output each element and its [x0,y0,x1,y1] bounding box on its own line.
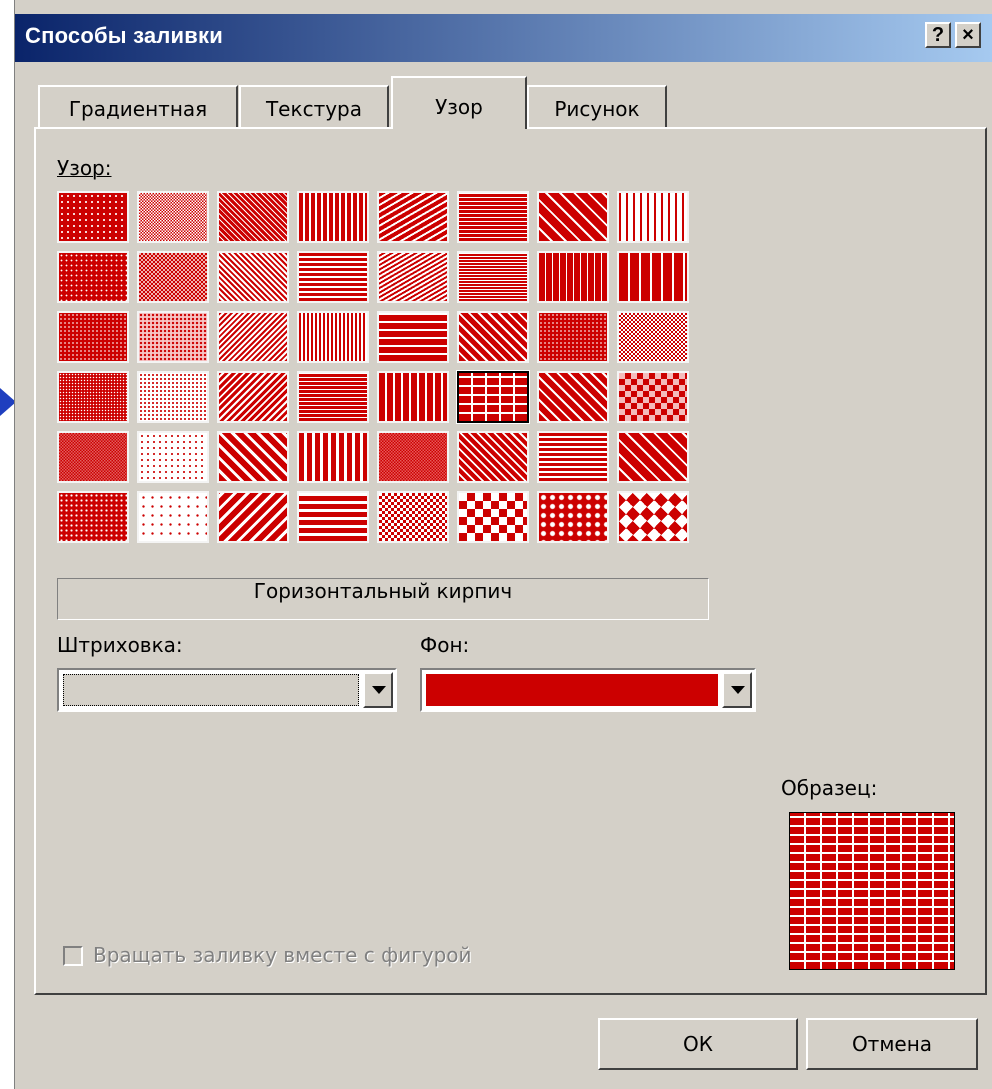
rotate-with-shape-label: Вращать заливку вместе с фигурой [93,943,472,967]
pattern-swatch[interactable] [57,311,129,363]
tab-gradient[interactable]: Градиентная [38,85,238,129]
pattern-swatch[interactable] [457,311,529,363]
pattern-swatch[interactable] [297,311,369,363]
pattern-swatch[interactable] [297,251,369,303]
pattern-swatch[interactable] [617,311,689,363]
pattern-swatch[interactable] [457,431,529,483]
pattern-swatch[interactable] [456,370,530,424]
pattern-swatch[interactable] [137,371,209,423]
close-button[interactable]: × [955,22,981,48]
pattern-swatch[interactable] [377,371,449,423]
pattern-swatch[interactable] [617,491,689,543]
ok-button[interactable]: ОК [598,1018,798,1070]
pattern-swatch[interactable] [57,491,129,543]
pattern-swatch[interactable] [377,251,449,303]
pattern-swatch[interactable] [217,191,289,243]
tab-pattern-label: Узор [435,95,483,119]
pattern-swatch[interactable] [217,371,289,423]
pattern-label: Узор: [57,156,112,180]
pattern-swatch[interactable] [617,431,689,483]
hatch-color-swatch [63,674,359,706]
preview-label: Образец: [781,776,878,800]
pattern-swatch[interactable] [457,191,529,243]
pattern-swatch[interactable] [297,191,369,243]
pattern-swatch[interactable] [137,431,209,483]
chevron-down-icon[interactable] [722,672,752,708]
rotate-with-shape-checkbox[interactable] [63,946,83,966]
pattern-swatch[interactable] [217,251,289,303]
pattern-swatch[interactable] [297,491,369,543]
background-label: Фон: [420,633,470,657]
pattern-swatch[interactable] [217,491,289,543]
pattern-swatch[interactable] [537,371,609,423]
tab-picture[interactable]: Рисунок [527,85,667,129]
pattern-swatch[interactable] [377,311,449,363]
pattern-swatch[interactable] [537,251,609,303]
pattern-swatch[interactable] [377,431,449,483]
tab-picture-label: Рисунок [554,97,640,121]
pattern-swatch[interactable] [137,491,209,543]
tab-texture[interactable]: Текстура [239,85,389,129]
pattern-swatch[interactable] [137,251,209,303]
pattern-swatch[interactable] [57,371,129,423]
pattern-swatch[interactable] [297,431,369,483]
pattern-swatch[interactable] [217,311,289,363]
pattern-swatch[interactable] [537,431,609,483]
hatch-label: Штриховка: [57,633,183,657]
pattern-preview [789,812,955,970]
pattern-swatch[interactable] [537,491,609,543]
pattern-swatch[interactable] [137,191,209,243]
pattern-swatch[interactable] [537,191,609,243]
pattern-swatch[interactable] [377,191,449,243]
pattern-swatch[interactable] [617,371,689,423]
tab-gradient-label: Градиентная [68,97,208,121]
title-bar: Способы заливки ? × [15,14,992,62]
help-button[interactable]: ? [925,22,951,48]
pattern-swatch[interactable] [617,191,689,243]
chevron-down-icon[interactable] [363,672,393,708]
background-color-dropdown[interactable] [420,668,756,712]
pattern-swatch[interactable] [377,491,449,543]
pattern-swatch[interactable] [297,371,369,423]
pattern-name-display: Горизонтальный кирпич [57,578,709,620]
window-title: Способы заливки [25,23,223,48]
background-color-swatch [426,674,718,706]
pattern-swatch[interactable] [457,251,529,303]
pattern-swatch[interactable] [617,251,689,303]
tab-texture-label: Текстура [265,97,363,121]
pattern-swatch[interactable] [537,311,609,363]
hatch-color-dropdown[interactable] [57,668,397,712]
cancel-button[interactable]: Отмена [806,1018,978,1070]
pattern-swatch[interactable] [137,311,209,363]
pattern-swatch[interactable] [57,191,129,243]
pattern-swatch[interactable] [217,431,289,483]
pattern-swatch[interactable] [57,431,129,483]
pattern-swatch[interactable] [457,491,529,543]
tab-pattern[interactable]: Узор [391,76,527,129]
pattern-swatch[interactable] [57,251,129,303]
